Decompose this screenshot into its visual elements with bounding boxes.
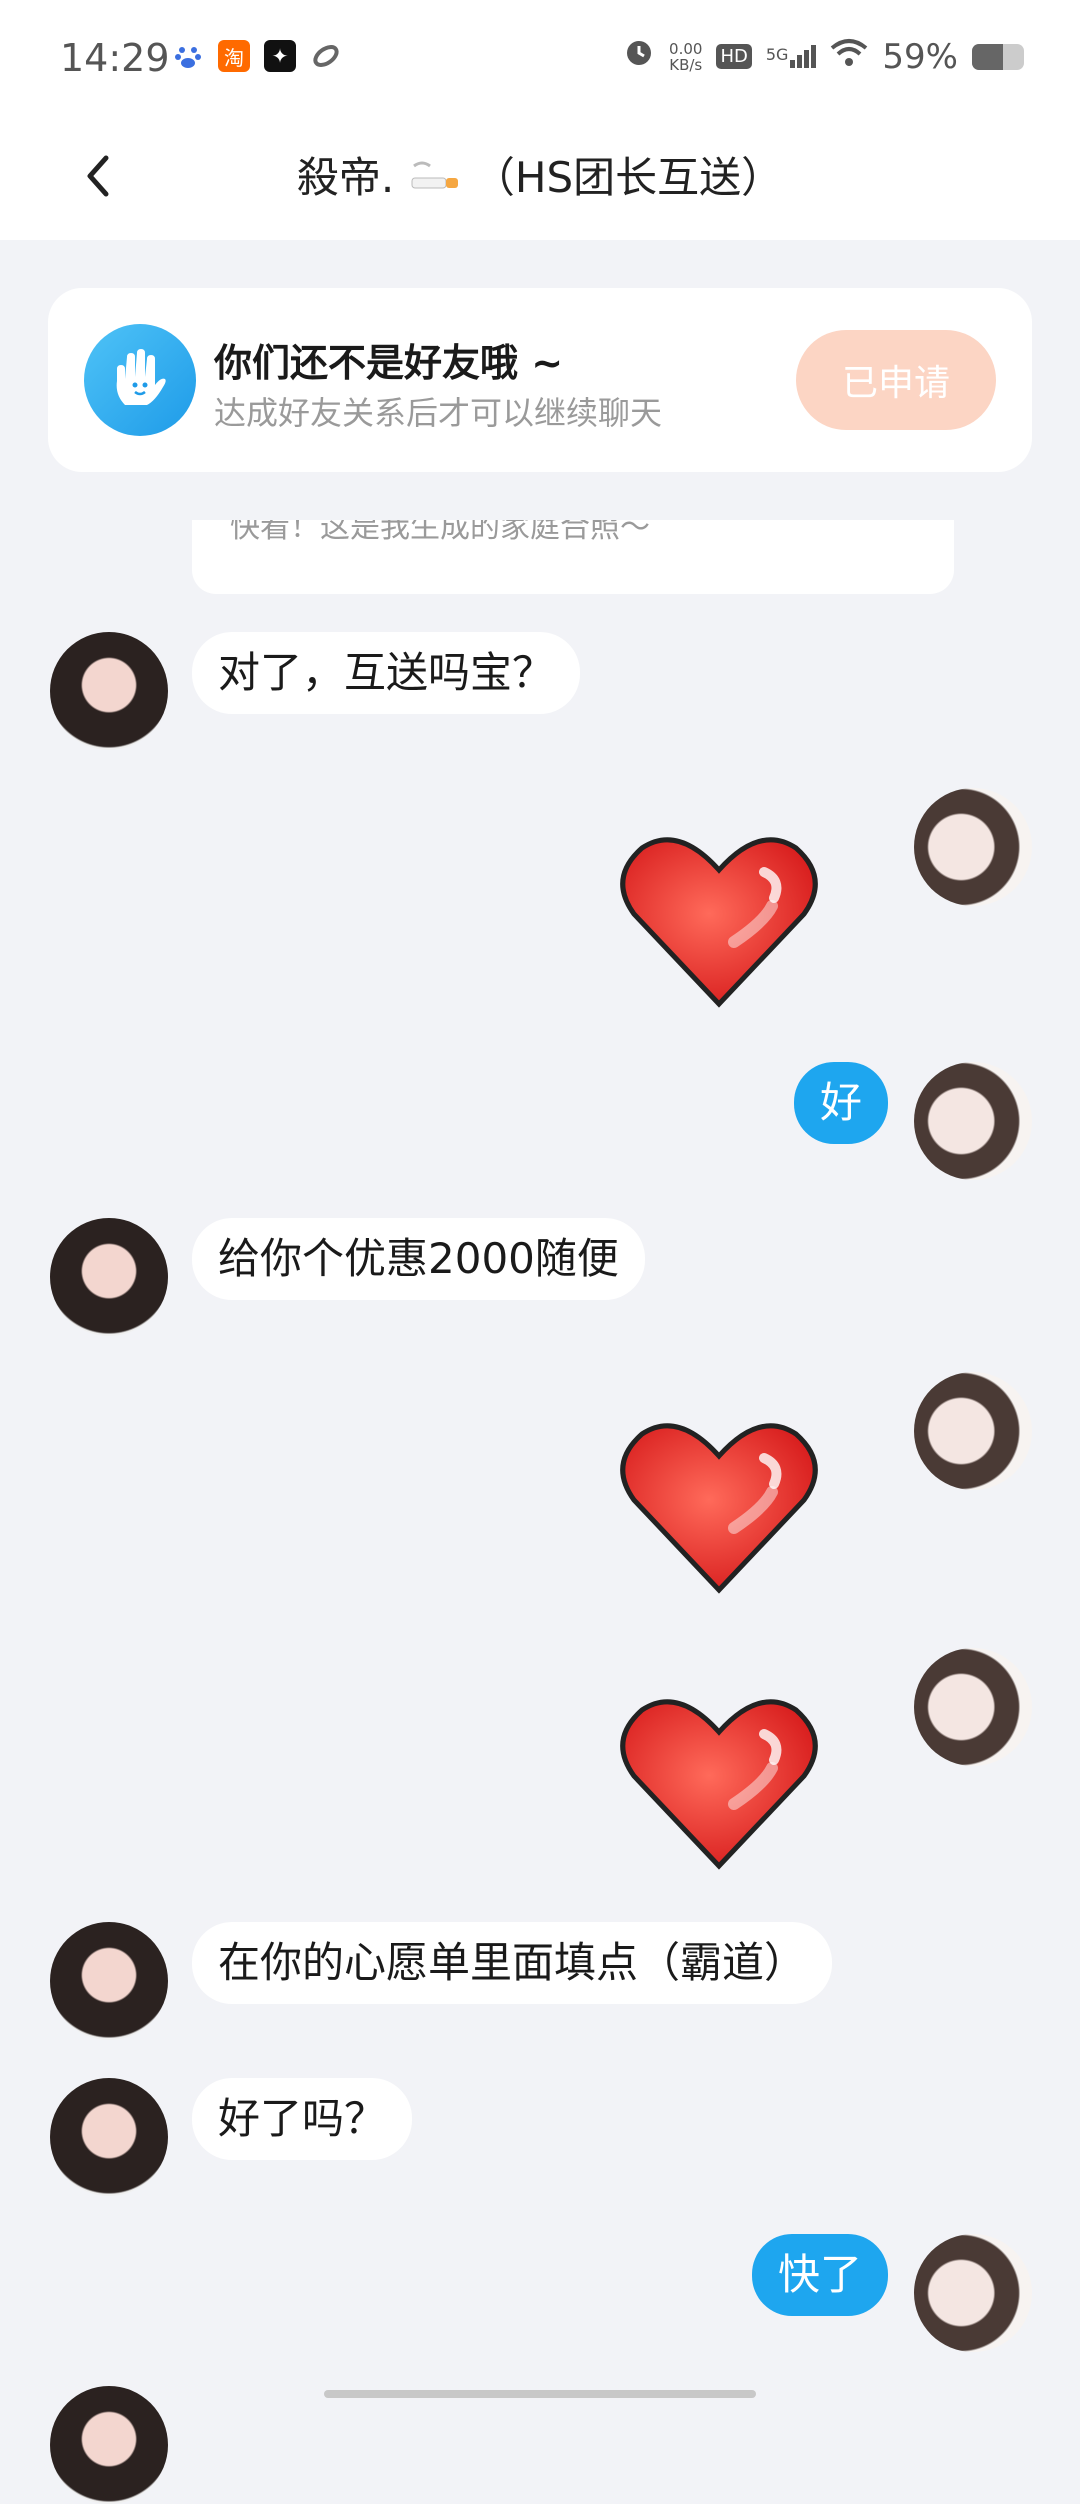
taobao-icon: 淘 (218, 40, 250, 72)
avatar[interactable] (914, 2234, 1032, 2352)
notice-title: 你们还不是好友哦 ~ (214, 341, 564, 385)
home-indicator[interactable] (324, 2390, 756, 2398)
heart-sticker[interactable] (614, 1418, 824, 1598)
avatar[interactable] (914, 788, 1032, 906)
heart-sticker[interactable] (614, 1694, 824, 1874)
avatar[interactable] (50, 2078, 168, 2196)
battery-icon (972, 43, 1024, 70)
notice-subtitle: 达成好友关系后才可以继续聊天 (214, 394, 663, 432)
alarm-icon (623, 36, 655, 77)
avatar[interactable] (50, 2386, 168, 2504)
message-bubble-outgoing[interactable]: 好 (793, 1062, 888, 1144)
baidu-icon (172, 40, 204, 72)
shared-card-partial[interactable]: 快看！这是我生成的家庭合照～ (192, 520, 954, 594)
net-speed: 0.00 KB/s (669, 39, 703, 74)
avatar[interactable] (914, 1062, 1032, 1180)
card-text: 快看！这是我生成的家庭合照～ (230, 520, 650, 545)
chat-header: 殺帝. （HS团长互送） (0, 116, 1080, 240)
heart-sticker[interactable] (614, 832, 824, 1012)
status-time: 14:29 (60, 36, 170, 80)
cigarette-icon (408, 156, 460, 206)
avatar[interactable] (50, 632, 168, 750)
chat-title: 殺帝. （HS团长互送） (0, 144, 1080, 206)
message-bubble-incoming[interactable]: 在你的心愿单里面填点（霸道） (192, 1922, 833, 2004)
status-right: 0.00 KB/s HD 5G 59% (623, 36, 1024, 77)
message-bubble-incoming[interactable]: 对了，互送吗宝？ (192, 632, 581, 714)
message-bubble-incoming[interactable]: 给你个优惠2000随便 (192, 1218, 645, 1300)
hand-icon (84, 324, 196, 436)
link-app-icon (310, 40, 342, 72)
applied-button[interactable]: 已申请 (796, 330, 996, 430)
battery-percent: 59% (882, 36, 958, 77)
avatar[interactable] (914, 1372, 1032, 1490)
message-bubble-outgoing[interactable]: 快了 (751, 2234, 888, 2316)
avatar[interactable] (50, 1922, 168, 2040)
not-friends-notice: 你们还不是好友哦 ~ 达成好友关系后才可以继续聊天 已申请 (48, 288, 1032, 472)
signal-5g-icon: 5G (766, 45, 817, 68)
avatar[interactable] (914, 1648, 1032, 1766)
status-bar: 14:29 淘 ✦ 0.00 KB/s HD 5G 59% (0, 0, 1080, 116)
notification-icons: 淘 ✦ (172, 40, 342, 72)
avatar[interactable] (50, 1218, 168, 1336)
hd-icon: HD (716, 44, 752, 69)
sparkle-app-icon: ✦ (264, 40, 296, 72)
message-bubble-incoming[interactable]: 好了吗？ (192, 2078, 413, 2160)
wifi-icon (830, 37, 868, 77)
